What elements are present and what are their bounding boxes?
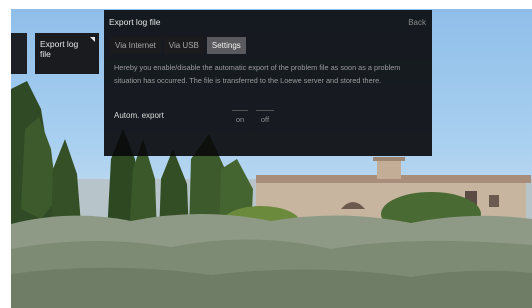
tab-via-internet[interactable]: Via Internet: [110, 37, 161, 54]
export-log-dialog: Export log file Back Via Internet Via US…: [104, 10, 432, 156]
autom-export-label: Autom. export: [114, 111, 164, 120]
tab-settings[interactable]: Settings: [206, 37, 246, 54]
menu-tile-export-log-file[interactable]: Export log file: [35, 33, 99, 74]
menu-tile-previous[interactable]: [11, 33, 27, 74]
tab-via-usb[interactable]: Via USB: [163, 37, 204, 54]
menu-tile-export-label: Export log file: [40, 39, 79, 59]
submenu-corner-icon: [90, 37, 95, 42]
tab-bar: Via Internet Via USB Settings: [110, 37, 246, 54]
autom-export-on-option[interactable]: on: [232, 110, 248, 128]
description-text: Hereby you enable/disable the automatic …: [114, 63, 401, 85]
dialog-title: Export log file: [109, 17, 161, 27]
back-button[interactable]: Back: [408, 18, 426, 27]
tv-screen: Export log file Export log file Back Via…: [11, 9, 532, 308]
autom-export-off-option[interactable]: off: [256, 110, 274, 128]
